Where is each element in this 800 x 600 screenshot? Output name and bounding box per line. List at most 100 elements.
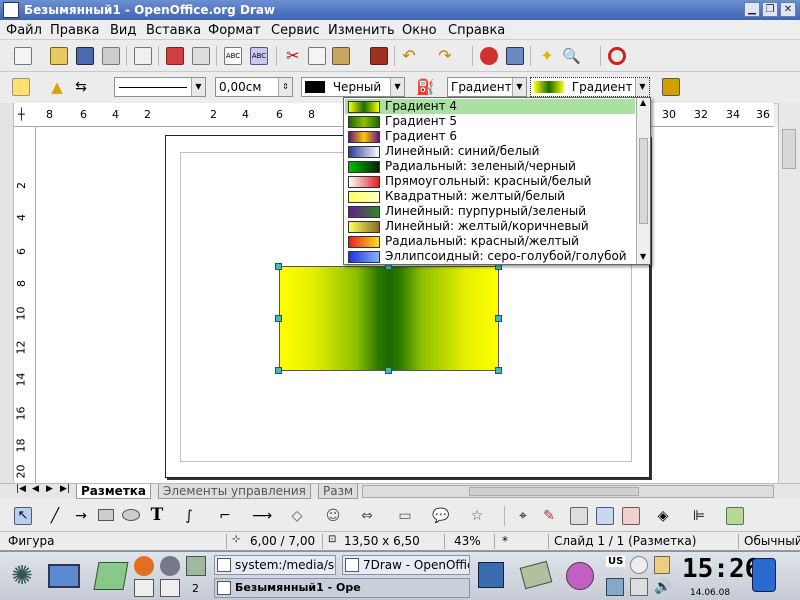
stars-icon[interactable]: ☆ <box>468 507 486 525</box>
close-button[interactable]: ✕ <box>780 2 796 17</box>
menu-view[interactable]: Вид <box>110 23 136 38</box>
rectangle-tool-icon[interactable] <box>98 509 114 521</box>
tab-prev-icon[interactable]: ◀ <box>32 484 39 494</box>
spellcheck-icon[interactable]: ABC <box>224 47 242 65</box>
dropdown-scrollbar[interactable]: ▲ ▼ <box>636 98 650 264</box>
points-icon[interactable]: ⌖ <box>514 507 532 525</box>
area-fill-icon[interactable]: ⛽ <box>416 78 435 96</box>
gradient-option[interactable]: Градиент 5 <box>345 114 635 129</box>
save-disk-icon[interactable] <box>478 562 504 588</box>
ellipse-tool-icon[interactable] <box>122 509 140 521</box>
gradient-option[interactable]: Градиент 6 <box>345 129 635 144</box>
tab-last-icon[interactable]: ▶| <box>60 484 70 494</box>
text-tool-icon[interactable]: T <box>148 506 166 524</box>
menu-help[interactable]: Справка <box>448 23 505 38</box>
tab-dimensions[interactable]: Разм <box>318 484 359 499</box>
scroll-down-icon[interactable]: ▼ <box>640 252 646 261</box>
menu-insert[interactable]: Вставка <box>146 23 201 38</box>
chat-icon[interactable] <box>630 556 648 574</box>
arrange-icon[interactable] <box>726 507 744 525</box>
tab-controls[interactable]: Элементы управления <box>158 484 311 499</box>
symbol-shapes-icon[interactable]: ☺ <box>324 507 342 525</box>
maximize-button[interactable]: ❐ <box>762 2 778 17</box>
line-color-select[interactable]: Черный ▼ <box>301 77 405 97</box>
export-pdf-icon[interactable] <box>166 47 184 65</box>
resize-handle[interactable] <box>495 315 502 322</box>
basic-shapes-icon[interactable]: ◇ <box>288 507 306 525</box>
copy-icon[interactable] <box>308 47 326 65</box>
from-file-icon[interactable] <box>596 507 614 525</box>
task-draw[interactable]: 7Draw - OpenOffic <box>342 555 470 575</box>
resize-handle[interactable] <box>495 367 502 374</box>
connector-tool-icon[interactable]: ⌐ <box>216 507 234 525</box>
edit-file-icon[interactable] <box>134 47 152 65</box>
resize-handle[interactable] <box>275 315 282 322</box>
resize-handle[interactable] <box>275 263 282 270</box>
gradient-dropdown-list[interactable]: Градиент 4 Градиент 5 Градиент 6 Линейны… <box>343 97 651 265</box>
styles-icon[interactable] <box>12 78 30 96</box>
select-arrow-icon[interactable]: ↖ <box>14 507 32 525</box>
gradient-option[interactable]: Линейный: синий/белый <box>345 144 635 159</box>
menu-format[interactable]: Формат <box>208 23 261 38</box>
vertical-scrollbar[interactable] <box>778 103 800 483</box>
navigator-icon[interactable]: ✦ <box>538 47 556 65</box>
keyboard-layout[interactable]: US <box>606 556 626 567</box>
gradient-option[interactable]: Квадратный: желтый/белый <box>345 189 635 204</box>
gradient-option[interactable]: Эллипсоидный: серо-голубой/голубой <box>345 249 635 264</box>
clipboard-icon[interactable] <box>630 578 648 596</box>
arrow-style-icon[interactable]: ⇆ <box>72 78 90 96</box>
line-tool-icon[interactable]: ╱ <box>46 507 64 525</box>
line-style-select[interactable]: ▼ <box>114 77 206 97</box>
task-active-document[interactable]: Безымянный1 - Ope <box>214 578 470 598</box>
scrollbar-thumb[interactable] <box>782 129 796 169</box>
gradient-option[interactable]: Линейный: желтый/коричневый <box>345 219 635 234</box>
gradient-option[interactable]: Градиент 4 <box>345 99 635 114</box>
cd-icon[interactable] <box>566 562 594 590</box>
clock[interactable]: 15:26 <box>682 554 760 584</box>
desktop-pager-3[interactable] <box>160 579 180 597</box>
save-icon[interactable] <box>76 47 94 65</box>
tool-icon[interactable] <box>186 556 206 576</box>
status-zoom[interactable]: 43% <box>454 534 481 548</box>
help-icon[interactable] <box>608 47 626 65</box>
usb-device-icon[interactable] <box>519 560 553 590</box>
gradient-option[interactable]: Радиальный: красный/желтый <box>345 234 635 249</box>
spin-icon[interactable]: ⇕ <box>278 78 292 96</box>
horizontal-scrollbar[interactable] <box>362 485 774 498</box>
gallery-icon[interactable] <box>622 507 640 525</box>
gradient-option[interactable]: Прямоугольный: красный/белый <box>345 174 635 189</box>
editor-icon[interactable] <box>93 562 129 590</box>
glue-points-icon[interactable]: ✎ <box>540 507 558 525</box>
gradient-option[interactable]: Радиальный: зеленый/черный <box>345 159 635 174</box>
line-width-field[interactable]: 0,00см ⇕ <box>215 77 293 97</box>
shadow-icon[interactable] <box>662 78 680 96</box>
autospell-icon[interactable]: ABC <box>250 47 268 65</box>
scrollbar-thumb[interactable] <box>639 138 648 224</box>
table-icon[interactable] <box>506 47 524 65</box>
network-icon[interactable] <box>160 556 180 576</box>
new-document-icon[interactable] <box>14 47 32 65</box>
gradient-option[interactable]: Линейный: пурпурный/зеленый <box>345 204 635 219</box>
open-icon[interactable] <box>50 47 68 65</box>
firefox-icon[interactable] <box>134 556 154 576</box>
resize-handle[interactable] <box>275 367 282 374</box>
k-menu-icon[interactable]: ✺ <box>6 560 38 592</box>
menu-tools[interactable]: Сервис <box>271 23 320 38</box>
fontwork-icon[interactable] <box>570 507 588 525</box>
redo-icon[interactable]: ↷ <box>436 47 454 65</box>
app-icon[interactable] <box>3 2 19 18</box>
line-icon[interactable]: ▲ <box>48 78 66 96</box>
chart-icon[interactable] <box>480 47 498 65</box>
menu-edit[interactable]: Правка <box>50 23 99 38</box>
clone-formatting-icon[interactable] <box>370 47 388 65</box>
vertical-ruler[interactable]: 2 4 6 8 10 12 14 16 18 20 <box>14 127 36 483</box>
block-arrows-icon[interactable]: ⇔ <box>358 507 376 525</box>
desktop-number[interactable]: 2 <box>192 582 199 595</box>
callouts-icon[interactable]: 💬 <box>432 507 450 525</box>
resize-handle[interactable] <box>385 367 392 374</box>
zoom-icon[interactable]: 🔍 <box>562 47 581 65</box>
storage-icon[interactable] <box>752 558 776 592</box>
desktop-icon[interactable] <box>48 564 80 588</box>
arrow-line-icon[interactable]: → <box>72 507 90 525</box>
curve-tool-icon[interactable]: ∫ <box>180 507 198 525</box>
